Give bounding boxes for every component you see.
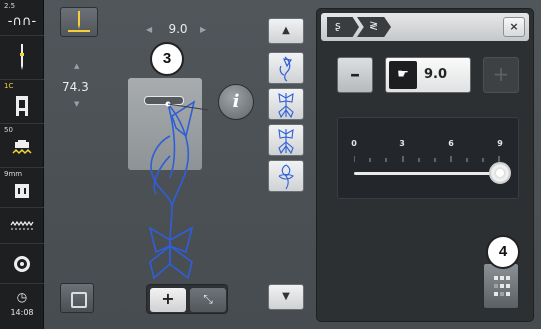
clock-button[interactable]: ◷ 14:08 [0, 284, 44, 329]
slider-thumb[interactable] [489, 162, 511, 184]
pattern-3-icon [278, 128, 294, 155]
slider-tick-label: 0 [351, 139, 357, 148]
bobbin-icon [0, 255, 44, 277]
pattern-2-icon [278, 92, 294, 119]
stitch-pattern-preview [148, 100, 209, 280]
scroll-down-button[interactable]: ▼ [268, 284, 304, 310]
needle-position-button[interactable] [60, 7, 98, 37]
needle-position-icon [78, 11, 80, 29]
pattern-4-icon [278, 164, 294, 190]
clock-time: 14:08 [10, 308, 34, 317]
scroll-down-icon: ▼ [282, 291, 290, 302]
expand-arrows-icon: ⤡ [203, 292, 213, 306]
presser-foot-value: 1C [4, 82, 14, 90]
zigzag-icon [0, 218, 44, 237]
callout-4: 4 [486, 235, 520, 269]
breadcrumb-stitch[interactable] [327, 17, 359, 37]
expand-view-button[interactable]: ⤡ [190, 288, 226, 312]
clock-icon: ◷ [16, 290, 28, 304]
stitch-width-down-icon[interactable]: ▼ [74, 100, 79, 108]
slider-tick-label: 3 [399, 139, 405, 148]
needle-button[interactable] [0, 36, 44, 80]
stitch-plate-button[interactable]: 50 [0, 124, 44, 168]
stitch-width-value[interactable]: 74.3 [62, 80, 89, 94]
thread-tension-icon: -∩∩- [7, 14, 37, 29]
scroll-up-icon: ▲ [282, 25, 290, 36]
presser-foot-icon [0, 96, 44, 120]
zoom-control: + ⤡ [146, 284, 228, 314]
mirror-pattern-button[interactable] [483, 263, 519, 309]
stitch-length-value[interactable]: 9.0 [148, 22, 208, 36]
fullscreen-toggle-button[interactable] [60, 283, 94, 313]
scroll-up-button[interactable]: ▲ [268, 18, 304, 44]
thread-tension-value: 2.5 [4, 2, 16, 10]
info-button[interactable]: i [218, 84, 254, 120]
close-button[interactable]: × [503, 17, 525, 37]
increase-button: + [483, 57, 519, 93]
slider-tick-label: 9 [497, 139, 503, 148]
slider-ruler [354, 156, 500, 162]
needle-size-value: 9mm [4, 170, 23, 178]
status-sidebar: 2.5 -∩∩- 1C 50 9mm ◷ 14:08 [0, 0, 44, 329]
sewing-screen: 2.5 -∩∩- 1C 50 9mm ◷ 14:08 ▲ 74.3 ▼ ◀ 9.… [0, 0, 541, 329]
presser-foot-button[interactable]: 1C [0, 80, 44, 124]
callout-3: 3 [150, 42, 184, 76]
decrease-button[interactable]: – [337, 57, 373, 93]
slider-track[interactable] [354, 172, 500, 175]
stitch-pattern-icon: ʂ [335, 19, 341, 32]
zoom-in-button[interactable]: + [150, 288, 186, 312]
value-slider-box: 0 3 6 9 [337, 117, 519, 199]
feed-dog-icon [0, 140, 44, 162]
value-display[interactable]: ☛ 9.0 [385, 57, 471, 93]
panel-value: 9.0 [424, 67, 448, 82]
pattern-variant-3[interactable] [268, 124, 304, 156]
pattern-variant-4[interactable] [268, 160, 304, 192]
panel-header: ʂ ≷ × [321, 13, 529, 41]
stitch-plate-value: 50 [4, 126, 13, 134]
stitch-length-panel: ʂ ≷ × – ☛ 9.0 + 0 3 6 9 [316, 8, 534, 322]
stabilizer-button[interactable] [0, 208, 44, 244]
zigzag-small-icon: ≷ [369, 19, 379, 32]
pattern-1-icon [279, 56, 293, 82]
thread-tension-button[interactable]: 2.5 -∩∩- [0, 0, 44, 36]
plate-icon [0, 182, 44, 204]
pattern-variant-2[interactable] [268, 88, 304, 120]
stitch-length-right-icon[interactable]: ▶ [200, 25, 206, 34]
bobbin-button[interactable] [0, 244, 44, 284]
slider-tick-label: 6 [448, 139, 454, 148]
mirror-grid-icon [494, 276, 510, 296]
stitch-width-up-icon[interactable]: ▲ [74, 62, 79, 70]
pattern-variant-1[interactable] [268, 52, 304, 84]
needle-size-button[interactable]: 9mm [0, 168, 44, 208]
needle-icon [0, 44, 44, 74]
touch-hand-icon: ☛ [389, 61, 417, 89]
